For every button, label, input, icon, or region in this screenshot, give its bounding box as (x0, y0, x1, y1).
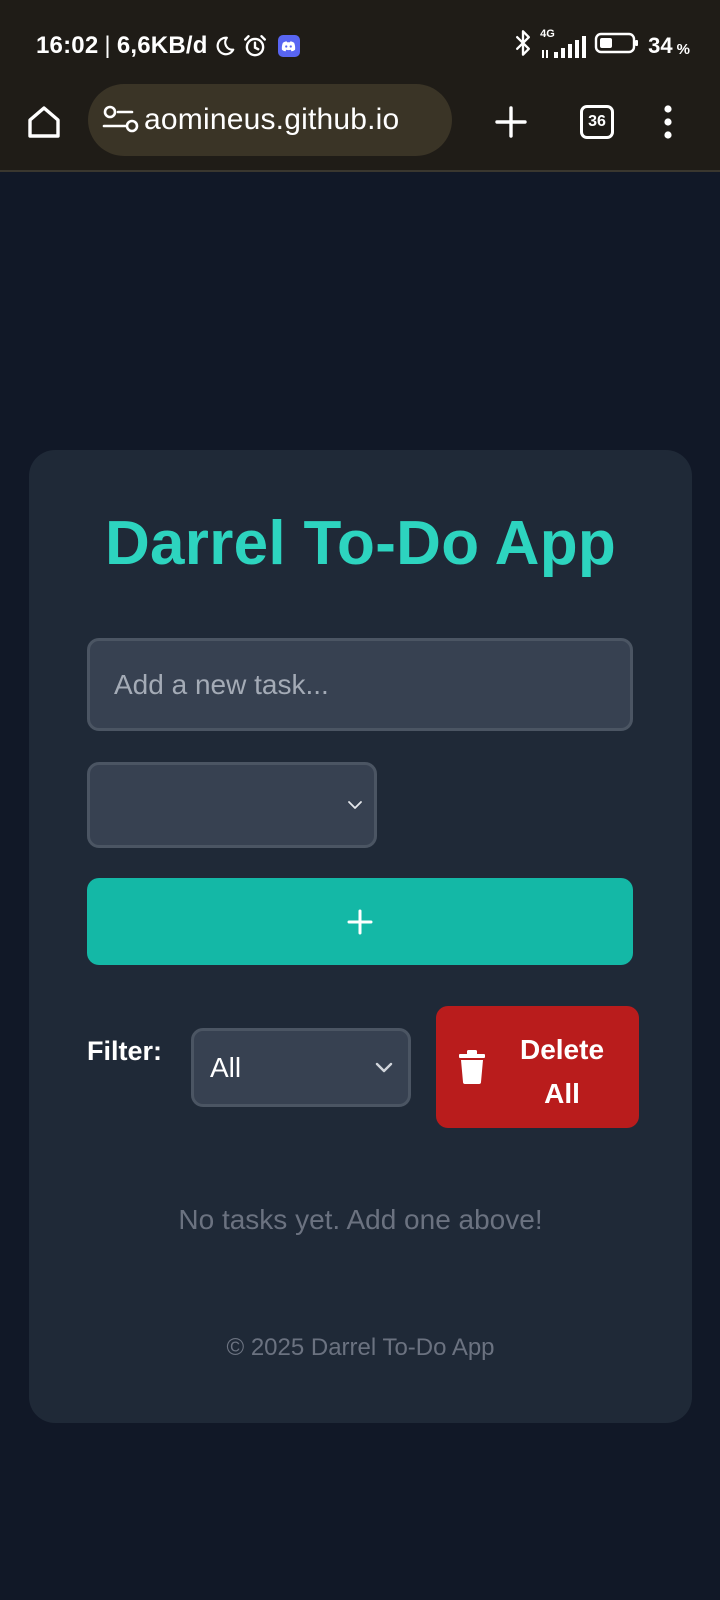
moon-icon (214, 35, 236, 57)
status-bar-left: 16:02 | 6,6KB/d (36, 30, 300, 62)
todo-card: Darrel To-Do App Filter: All Delete All … (29, 450, 692, 1423)
footer-text: © 2025 Darrel To-Do App (226, 1334, 495, 1361)
new-tab-icon (495, 106, 527, 138)
delete-all-label-line1: Delete (519, 1034, 605, 1065)
trash-icon (459, 1050, 485, 1084)
task-input[interactable] (87, 638, 633, 731)
battery-level: 34 (648, 33, 673, 58)
tab-switcher-button[interactable]: 36 (580, 105, 614, 139)
battery-icon (594, 31, 640, 61)
clock: 16:02 (36, 32, 99, 59)
filter-label: Filter: (87, 1036, 163, 1066)
delete-all-label-line2: All (544, 1078, 580, 1109)
battery-unit: % (676, 40, 690, 58)
filter-select[interactable]: All (191, 1028, 411, 1107)
home-icon (28, 106, 60, 138)
site-settings-icon[interactable] (100, 100, 148, 140)
menu-icon (664, 105, 672, 139)
discord-icon (277, 35, 300, 57)
browser-menu-button[interactable] (656, 102, 680, 142)
browser-toolbar: aomineus.github.io 36 (0, 84, 720, 172)
delete-all-label: Delete All (492, 1028, 632, 1116)
data-speed: 6,6KB/d (116, 32, 208, 59)
app-title: Darrel To-Do App (104, 509, 617, 578)
plus-icon (347, 909, 373, 934)
status-separator: | (104, 32, 111, 59)
bluetooth-icon (514, 29, 532, 63)
address-bar[interactable]: aomineus.github.io (88, 84, 452, 156)
delete-all-button[interactable]: Delete All (436, 1006, 639, 1128)
filter-selected-value: All (210, 1051, 242, 1083)
alarm-icon (242, 33, 268, 59)
add-task-button[interactable] (87, 878, 633, 965)
chevron-down-icon (348, 801, 362, 809)
chevron-down-icon (375, 1062, 393, 1073)
priority-select[interactable] (87, 762, 377, 848)
home-button[interactable] (24, 102, 64, 142)
new-tab-button[interactable] (491, 102, 531, 142)
empty-state-message: No tasks yet. Add one above! (178, 1204, 543, 1235)
status-bar-right: 4G 34 % (514, 28, 690, 63)
status-bar: 16:02 | 6,6KB/d 4G 34 % (0, 0, 720, 84)
tab-count: 36 (588, 113, 606, 130)
signal-icon: 4G (540, 28, 587, 60)
url-text[interactable]: aomineus.github.io (144, 103, 399, 137)
